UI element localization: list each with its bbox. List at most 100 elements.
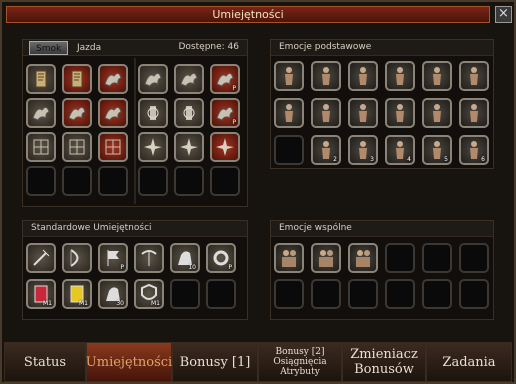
- empty-slot[interactable]: [206, 279, 236, 309]
- emote-icon[interactable]: 3: [348, 135, 378, 165]
- emote-icon[interactable]: [422, 98, 452, 128]
- emote-icon[interactable]: [274, 98, 304, 128]
- skills-divider: [134, 58, 136, 204]
- tab-bonus-2[interactable]: Bonusy [2] Osiągnięcia Atrybuty: [258, 342, 342, 382]
- skill-icon[interactable]: [26, 98, 56, 128]
- skill-icon[interactable]: [98, 132, 128, 162]
- skill-icon[interactable]: [62, 132, 92, 162]
- emote-icon[interactable]: [459, 98, 489, 128]
- skill-icon[interactable]: [174, 64, 204, 94]
- empty-slot[interactable]: [385, 279, 415, 309]
- tab-bonus-2-line3: Atrybuty: [280, 367, 320, 377]
- empty-slot[interactable]: [459, 243, 489, 273]
- empty-slot[interactable]: [174, 166, 204, 196]
- empty-slot[interactable]: [26, 166, 56, 196]
- skill-icon[interactable]: P: [210, 98, 240, 128]
- standard-skill-icon-label: M1: [151, 300, 160, 307]
- standard-skill-icon[interactable]: P: [206, 243, 236, 273]
- empty-slot[interactable]: [422, 279, 452, 309]
- empty-slot[interactable]: [348, 279, 378, 309]
- tab-bonus-1-label: Bonusy [1]: [179, 354, 251, 370]
- tab-bonus-changer[interactable]: Zmieniacz Bonusów: [342, 342, 426, 382]
- window-title: Umiejętności: [212, 8, 284, 21]
- standard-skill-icon[interactable]: [62, 243, 92, 273]
- standard-skills-panel: Standardowe Umiejętności P 10 P M1 M1 30 M1: [22, 220, 248, 320]
- empty-slot[interactable]: [210, 166, 240, 196]
- skill-icon[interactable]: P: [210, 64, 240, 94]
- standard-skill-icon[interactable]: [134, 243, 164, 273]
- title-bar[interactable]: Umiejętności: [6, 6, 490, 23]
- empty-slot[interactable]: [62, 166, 92, 196]
- available-points: Dostępne: 46: [178, 42, 240, 52]
- emote-icon[interactable]: [422, 61, 452, 91]
- standard-skill-icon-label: M1: [43, 300, 52, 307]
- standard-skill-icon-label: P: [228, 264, 232, 271]
- tab-quests[interactable]: Zadania: [426, 342, 512, 382]
- empty-slot[interactable]: [98, 166, 128, 196]
- emote-icon-label: 4: [407, 156, 411, 163]
- skill-icon[interactable]: [98, 64, 128, 94]
- tab-status[interactable]: Status: [4, 342, 86, 382]
- standard-skill-icon[interactable]: M1: [134, 279, 164, 309]
- empty-slot[interactable]: [170, 279, 200, 309]
- standard-skill-icon-label: M1: [79, 300, 88, 307]
- emote-icon[interactable]: [274, 61, 304, 91]
- standard-skills-title: Standardowe Umiejętności: [31, 223, 152, 233]
- standard-skill-icon-label: 10: [188, 264, 196, 271]
- tab-bonus-changer-line2: Bonusów: [354, 362, 414, 377]
- skill-icon[interactable]: [98, 98, 128, 128]
- empty-slot[interactable]: [274, 279, 304, 309]
- close-button[interactable]: ×: [495, 6, 512, 23]
- standard-skill-icon[interactable]: [26, 243, 56, 273]
- empty-slot[interactable]: [385, 243, 415, 273]
- emote-icon[interactable]: [459, 61, 489, 91]
- emote-icon[interactable]: 4: [385, 135, 415, 165]
- tab-smok[interactable]: Smok: [29, 41, 69, 55]
- empty-slot[interactable]: [422, 243, 452, 273]
- skill-icon[interactable]: [62, 64, 92, 94]
- shared-emote-icon[interactable]: [274, 243, 304, 273]
- standard-skill-icon[interactable]: 30: [98, 279, 128, 309]
- bottom-tab-bar: Status Umiejętności Bonusy [1] Bonusy [2…: [4, 342, 512, 382]
- tab-skills-label: Umiejętności: [85, 354, 173, 370]
- shared-emote-icon[interactable]: [311, 243, 341, 273]
- skill-icon-label: P: [232, 85, 236, 92]
- emotions-shared-title: Emocje wspólne: [279, 223, 352, 233]
- emote-icon[interactable]: 6: [459, 135, 489, 165]
- skill-icon[interactable]: [174, 98, 204, 128]
- shared-emote-icon[interactable]: [348, 243, 378, 273]
- emote-icon[interactable]: [348, 98, 378, 128]
- empty-slot[interactable]: [311, 279, 341, 309]
- emote-icon[interactable]: 2: [311, 135, 341, 165]
- empty-slot[interactable]: [138, 166, 168, 196]
- skill-icon[interactable]: [174, 132, 204, 162]
- emote-icon-label: 5: [444, 156, 448, 163]
- standard-skill-icon[interactable]: 10: [170, 243, 200, 273]
- skill-icon[interactable]: [210, 132, 240, 162]
- emotions-shared-header: Emocje wspólne: [271, 221, 493, 237]
- skill-icon[interactable]: [138, 132, 168, 162]
- character-window: Umiejętności × Smok Jazda Dostępne: 46 P…: [0, 0, 516, 384]
- empty-slot[interactable]: [459, 279, 489, 309]
- emote-icon[interactable]: [385, 98, 415, 128]
- emote-icon[interactable]: [311, 61, 341, 91]
- tab-bonus-1[interactable]: Bonusy [1]: [172, 342, 258, 382]
- standard-skill-icon[interactable]: M1: [26, 279, 56, 309]
- empty-slot[interactable]: [274, 135, 304, 165]
- emote-icon[interactable]: [385, 61, 415, 91]
- skill-icon[interactable]: [62, 98, 92, 128]
- standard-skill-icon[interactable]: P: [98, 243, 128, 273]
- emote-icon[interactable]: [348, 61, 378, 91]
- emote-icon[interactable]: 5: [422, 135, 452, 165]
- standard-skill-icon[interactable]: M1: [62, 279, 92, 309]
- tab-jazda[interactable]: Jazda: [71, 41, 107, 55]
- skill-icon[interactable]: [26, 132, 56, 162]
- emote-icon[interactable]: [311, 98, 341, 128]
- skill-icon[interactable]: [138, 64, 168, 94]
- emote-icon-label: 6: [481, 156, 485, 163]
- emote-icon-label: 2: [333, 156, 337, 163]
- tab-skills[interactable]: Umiejętności: [86, 342, 172, 382]
- skill-icon[interactable]: [138, 98, 168, 128]
- skill-icon[interactable]: [26, 64, 56, 94]
- standard-skill-icon-label: 30: [116, 300, 124, 307]
